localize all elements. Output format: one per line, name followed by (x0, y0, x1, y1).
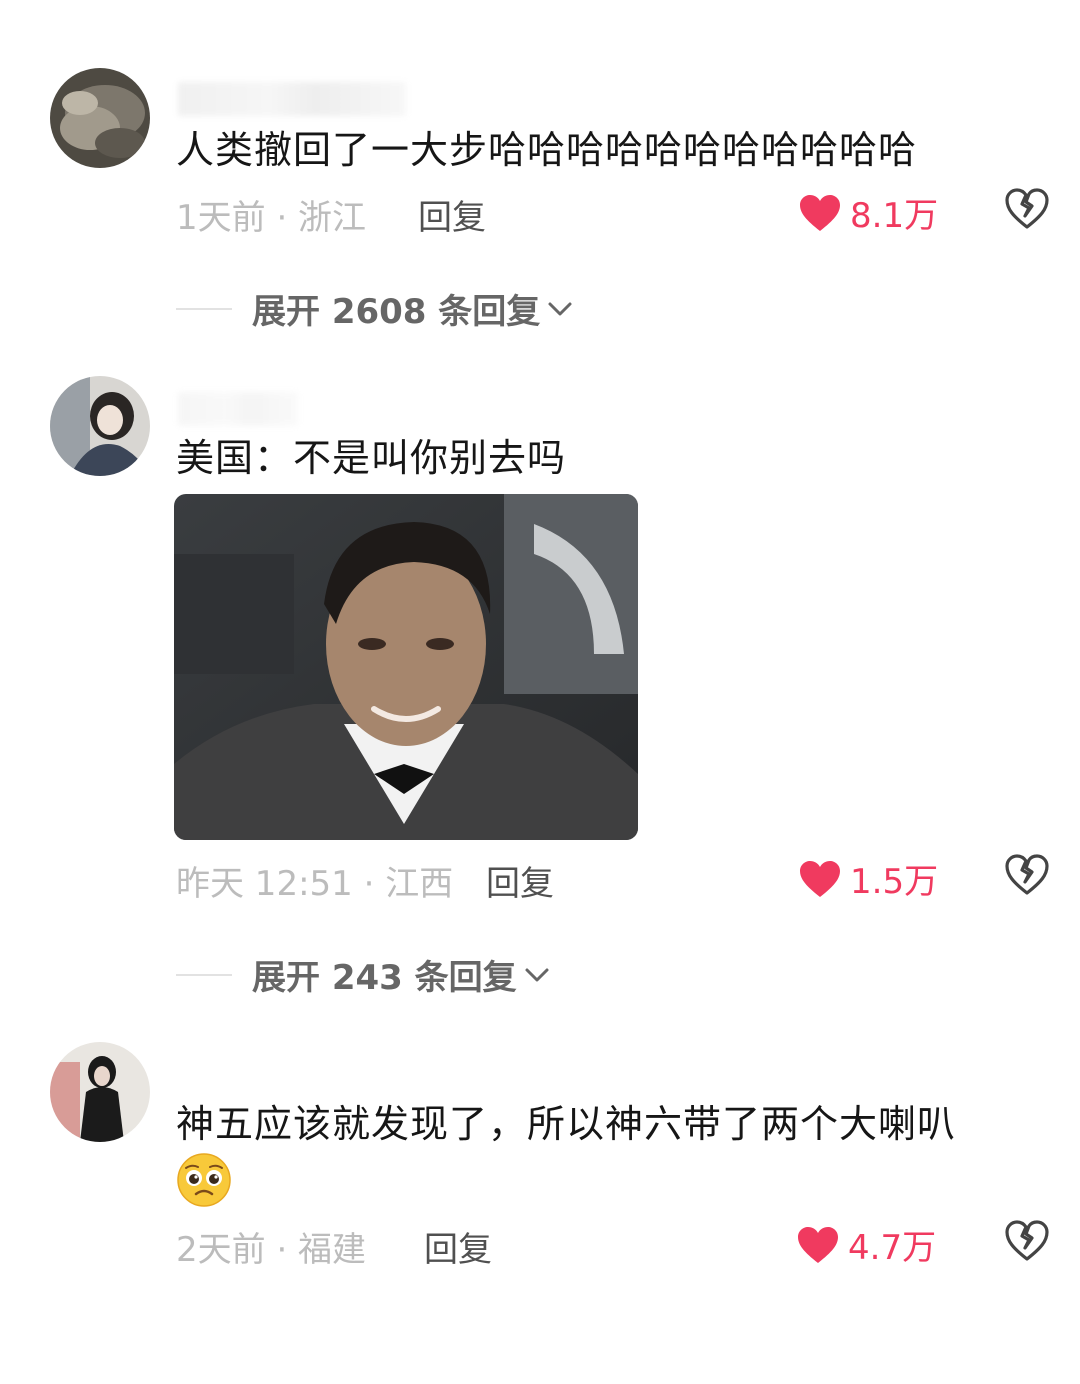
like-count: 4.7万 (848, 1228, 937, 1268)
heart-filled-icon (798, 1226, 838, 1263)
comment-item: 神五应该就发现了，所以神六带了两个大喇叭 2天前 · 福建 回复 4.7万 (0, 0, 1080, 1384)
comment-meta: 2天前 · 福建 (176, 1230, 367, 1270)
pleading-face-emoji-icon (177, 1153, 231, 1207)
avatar[interactable] (50, 1042, 150, 1142)
reply-button[interactable]: 回复 (424, 1222, 492, 1271)
broken-heart-icon[interactable] (1004, 1218, 1050, 1262)
like-button[interactable]: 4.7万 (796, 1220, 936, 1269)
comment-text: 神五应该就发现了，所以神六带了两个大喇叭 (176, 1102, 957, 1146)
